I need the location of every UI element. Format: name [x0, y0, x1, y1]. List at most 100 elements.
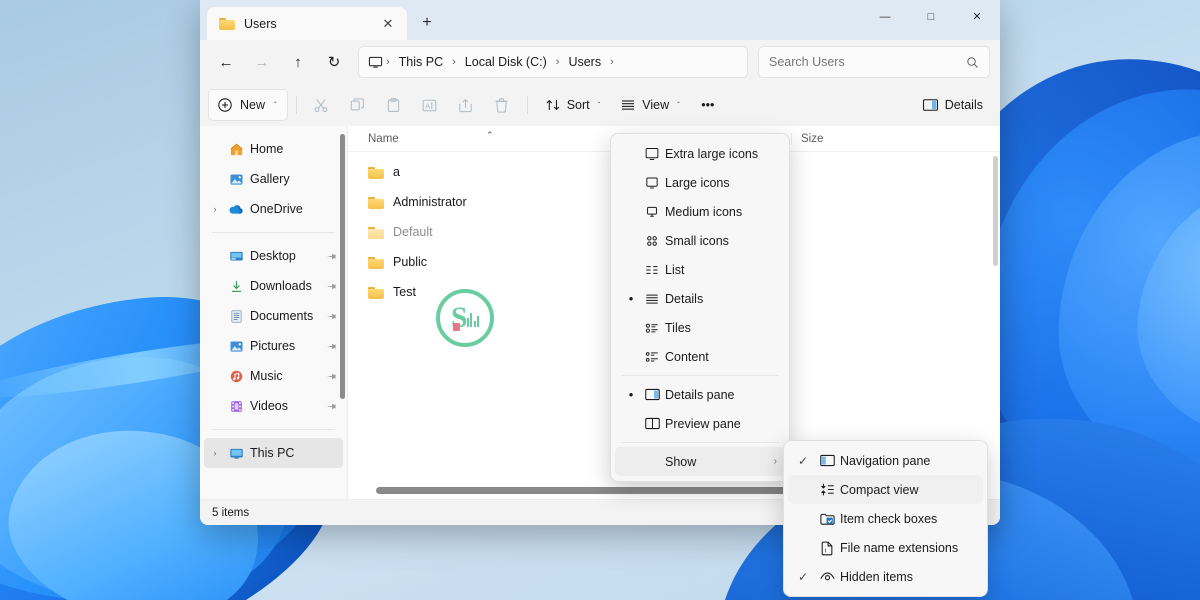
menu-item-content[interactable]: Content: [615, 342, 785, 371]
sidebar-item-label: OneDrive: [250, 202, 337, 216]
sidebar-item-label: Gallery: [250, 172, 337, 186]
pin-icon[interactable]: [324, 398, 340, 414]
menu-item-details-pane[interactable]: • Details pane: [615, 380, 785, 409]
show-submenu: ✓ Navigation pane Compact view Item chec…: [783, 440, 988, 597]
file-name-label: Default: [393, 225, 433, 239]
menu-item-tiles[interactable]: Tiles: [615, 313, 785, 342]
menu-item-item-check-boxes[interactable]: Item check boxes: [788, 504, 983, 533]
menu-item-compact-view[interactable]: Compact view: [788, 475, 983, 504]
sidebar-item-documents[interactable]: Documents: [204, 301, 343, 331]
forward-button[interactable]: →: [246, 46, 278, 78]
breadcrumb-separator: ›: [609, 56, 615, 68]
chevron-down-icon: ˇ: [274, 101, 277, 110]
item-check-boxes-icon: [814, 511, 840, 527]
menu-item-details[interactable]: • Details: [615, 284, 785, 313]
close-tab-icon[interactable]: ✕: [377, 13, 399, 35]
item-count-label: 5 items: [212, 507, 249, 519]
view-button[interactable]: View ˇ: [611, 89, 689, 121]
details-button-label: Details: [945, 98, 983, 112]
tab-users[interactable]: Users ✕: [207, 7, 407, 40]
sidebar-item-videos[interactable]: Videos: [204, 391, 343, 421]
menu-item-medium-icons[interactable]: Medium icons: [615, 197, 785, 226]
pin-icon[interactable]: [324, 278, 340, 294]
menu-item-list[interactable]: List: [615, 255, 785, 284]
breadcrumb-this-pc[interactable]: This PC: [393, 53, 449, 71]
menu-item-show[interactable]: Show ›: [615, 447, 785, 476]
watermark-logo: S: [436, 289, 494, 347]
overflow-button[interactable]: •••: [691, 89, 725, 121]
sidebar-item-onedrive[interactable]: › OneDrive: [204, 194, 343, 224]
rename-button[interactable]: A: [413, 89, 447, 121]
sort-button[interactable]: Sort ˇ: [536, 89, 610, 121]
sidebar-item-gallery[interactable]: Gallery: [204, 164, 343, 194]
pin-icon[interactable]: [324, 308, 340, 324]
pin-icon[interactable]: [324, 368, 340, 384]
up-button[interactable]: ↑: [282, 46, 314, 78]
sidebar-item-desktop[interactable]: Desktop: [204, 241, 343, 271]
breadcrumb[interactable]: › This PC › Local Disk (C:) › Users ›: [358, 46, 748, 78]
sidebar-item-label: Home: [250, 142, 337, 156]
sidebar-item-downloads[interactable]: Downloads: [204, 271, 343, 301]
menu-item-hidden-items[interactable]: ✓ Hidden items: [788, 562, 983, 591]
sidebar-item-home[interactable]: Home: [204, 134, 343, 164]
paste-button[interactable]: [377, 89, 411, 121]
share-button[interactable]: [449, 89, 483, 121]
delete-button[interactable]: [485, 89, 519, 121]
menu-item-preview-pane[interactable]: Preview pane: [615, 409, 785, 438]
breadcrumb-users[interactable]: Users: [562, 53, 607, 71]
file-list-scrollbar-thumb[interactable]: [993, 156, 998, 266]
divider: [527, 96, 528, 114]
sidebar-item-label: Pictures: [250, 339, 320, 353]
menu-item-label: Details pane: [665, 388, 777, 402]
divider: [621, 442, 779, 443]
sidebar-item-music[interactable]: Music: [204, 361, 343, 391]
title-bar: Users ✕ + — □ ✕: [200, 0, 1000, 40]
copy-button[interactable]: [341, 89, 375, 121]
sidebar-item-pictures[interactable]: Pictures: [204, 331, 343, 361]
chevron-right-icon[interactable]: ›: [208, 204, 222, 214]
refresh-button[interactable]: ↻: [318, 46, 350, 78]
menu-item-navigation-pane[interactable]: ✓ Navigation pane: [788, 446, 983, 475]
search-input[interactable]: [769, 55, 959, 69]
sidebar-item-label: Videos: [250, 399, 320, 413]
back-button[interactable]: ←: [210, 46, 242, 78]
minimize-button[interactable]: —: [862, 0, 908, 33]
desktop-icon: [228, 248, 244, 264]
menu-item-small-icons[interactable]: Small icons: [615, 226, 785, 255]
file-list-scrollbar[interactable]: [993, 156, 998, 336]
menu-item-file-name-extensions[interactable]: i File name extensions: [788, 533, 983, 562]
search-box[interactable]: [758, 46, 990, 78]
extra-large-icons-icon: [639, 146, 665, 162]
horizontal-scrollbar-thumb[interactable]: [376, 487, 821, 494]
chevron-right-icon[interactable]: ›: [208, 448, 222, 458]
cut-button[interactable]: [305, 89, 339, 121]
tiles-icon: [639, 320, 665, 336]
menu-item-label: Tiles: [665, 321, 777, 335]
file-name-label: Administrator: [393, 195, 467, 209]
preview-pane-icon: [639, 416, 665, 431]
pin-icon[interactable]: [324, 338, 340, 354]
sidebar-item-label: Downloads: [250, 279, 320, 293]
this-pc-icon: [367, 54, 383, 70]
column-header-size[interactable]: Size: [791, 133, 871, 145]
file-name-label: Public: [393, 255, 427, 269]
maximize-button[interactable]: □: [908, 0, 954, 33]
sidebar-scrollbar[interactable]: [340, 134, 345, 454]
sidebar-item-this-pc[interactable]: › This PC: [204, 438, 343, 468]
view-lines-icon: [620, 97, 636, 113]
navigation-pane: Home Gallery › OneDrive: [200, 126, 348, 499]
new-tab-button[interactable]: +: [412, 8, 442, 38]
details-pane-button[interactable]: Details: [913, 89, 992, 121]
menu-item-label: Navigation pane: [840, 454, 975, 468]
breadcrumb-local-disk[interactable]: Local Disk (C:): [459, 53, 553, 71]
large-icons-icon: [639, 175, 665, 191]
new-button[interactable]: New ˇ: [208, 89, 288, 121]
menu-item-extra-large-icons[interactable]: Extra large icons: [615, 139, 785, 168]
address-bar: ← → ↑ ↻ › This PC › Local Disk (C:) › Us…: [200, 40, 1000, 84]
pin-icon[interactable]: [324, 248, 340, 264]
close-window-button[interactable]: ✕: [954, 0, 1000, 33]
sidebar-scrollbar-thumb[interactable]: [340, 134, 345, 399]
home-icon: [228, 141, 244, 157]
menu-item-large-icons[interactable]: Large icons: [615, 168, 785, 197]
sidebar-item-label: Music: [250, 369, 320, 383]
